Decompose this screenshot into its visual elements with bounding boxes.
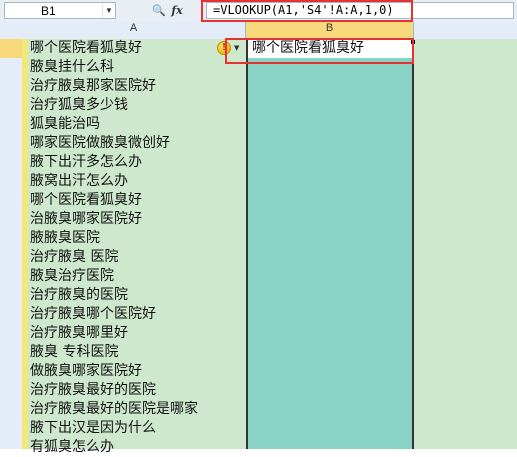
fill-handle[interactable] xyxy=(411,40,415,44)
column-c-fill xyxy=(414,39,517,449)
formula-icons: 🔍 fx xyxy=(150,2,186,19)
cell-a12[interactable]: 治疗腋臭 医院 xyxy=(30,248,246,267)
cell-a8[interactable]: 腋窝出汗怎么办 xyxy=(30,172,246,191)
cell-a21[interactable]: 腋下出汉是因为什么 xyxy=(30,419,246,438)
cell-reference: B1 xyxy=(41,4,56,18)
cell-b1[interactable]: 哪个医院看狐臭好 xyxy=(252,39,364,58)
name-box[interactable]: B1 ▼ xyxy=(4,2,116,19)
column-headers: A B xyxy=(0,22,517,40)
column-header-a[interactable]: A xyxy=(22,22,246,39)
chevron-down-icon[interactable]: ▼ xyxy=(234,44,239,52)
cell-a6[interactable]: 哪家医院做腋臭微创好 xyxy=(30,134,246,153)
cell-a5[interactable]: 狐臭能治吗 xyxy=(30,115,246,134)
fx-icon[interactable]: fx xyxy=(168,2,186,19)
cell-a3[interactable]: 治疗腋臭那家医院好 xyxy=(30,77,246,96)
cell-a16[interactable]: 治疗腋臭哪里好 xyxy=(30,324,246,343)
row-number-strip[interactable] xyxy=(0,39,23,449)
column-header-b[interactable]: B xyxy=(246,22,414,39)
row-marker-bar xyxy=(22,39,28,449)
cell-a9[interactable]: 哪个医院看狐臭好 xyxy=(30,191,246,210)
chevron-down-icon[interactable]: ▼ xyxy=(102,3,115,18)
zoom-icon[interactable]: 🔍 xyxy=(150,2,168,19)
error-warning-icon[interactable]: ! xyxy=(217,41,231,55)
cell-a2[interactable]: 腋臭挂什么科 xyxy=(30,58,246,77)
cell-a7[interactable]: 腋下出汗多怎么办 xyxy=(30,153,246,172)
cell-a18[interactable]: 做腋臭哪家医院好 xyxy=(30,362,246,381)
cell-a15[interactable]: 治疗腋臭哪个医院好 xyxy=(30,305,246,324)
cell-a17[interactable]: 腋臭 专科医院 xyxy=(30,343,246,362)
cell-a10[interactable]: 治腋臭哪家医院好 xyxy=(30,210,246,229)
cell-a4[interactable]: 治疗狐臭多少钱 xyxy=(30,96,246,115)
formula-input[interactable]: =VLOOKUP(A1,'S4'!A:A,1,0) xyxy=(206,2,514,19)
cell-a1[interactable]: 哪个医院看狐臭好 xyxy=(30,39,246,58)
formula-bar: B1 ▼ 🔍 fx =VLOOKUP(A1,'S4'!A:A,1,0) xyxy=(0,0,517,23)
cell-a14[interactable]: 治疗腋臭的医院 xyxy=(30,286,246,305)
column-b-fill xyxy=(246,39,414,449)
column-a-cells: 哪个医院看狐臭好 腋臭挂什么科 治疗腋臭那家医院好 治疗狐臭多少钱 狐臭能治吗 … xyxy=(30,39,246,457)
cell-a22[interactable]: 有狐臭怎么办 xyxy=(30,438,246,457)
cell-a13[interactable]: 腋臭治疗医院 xyxy=(30,267,246,286)
cell-a11[interactable]: 腋腋臭医院 xyxy=(30,229,246,248)
selected-row-header xyxy=(0,39,22,58)
cell-a20[interactable]: 治疗腋臭最好的医院是哪家 xyxy=(30,400,246,419)
cell-a19[interactable]: 治疗腋臭最好的医院 xyxy=(30,381,246,400)
